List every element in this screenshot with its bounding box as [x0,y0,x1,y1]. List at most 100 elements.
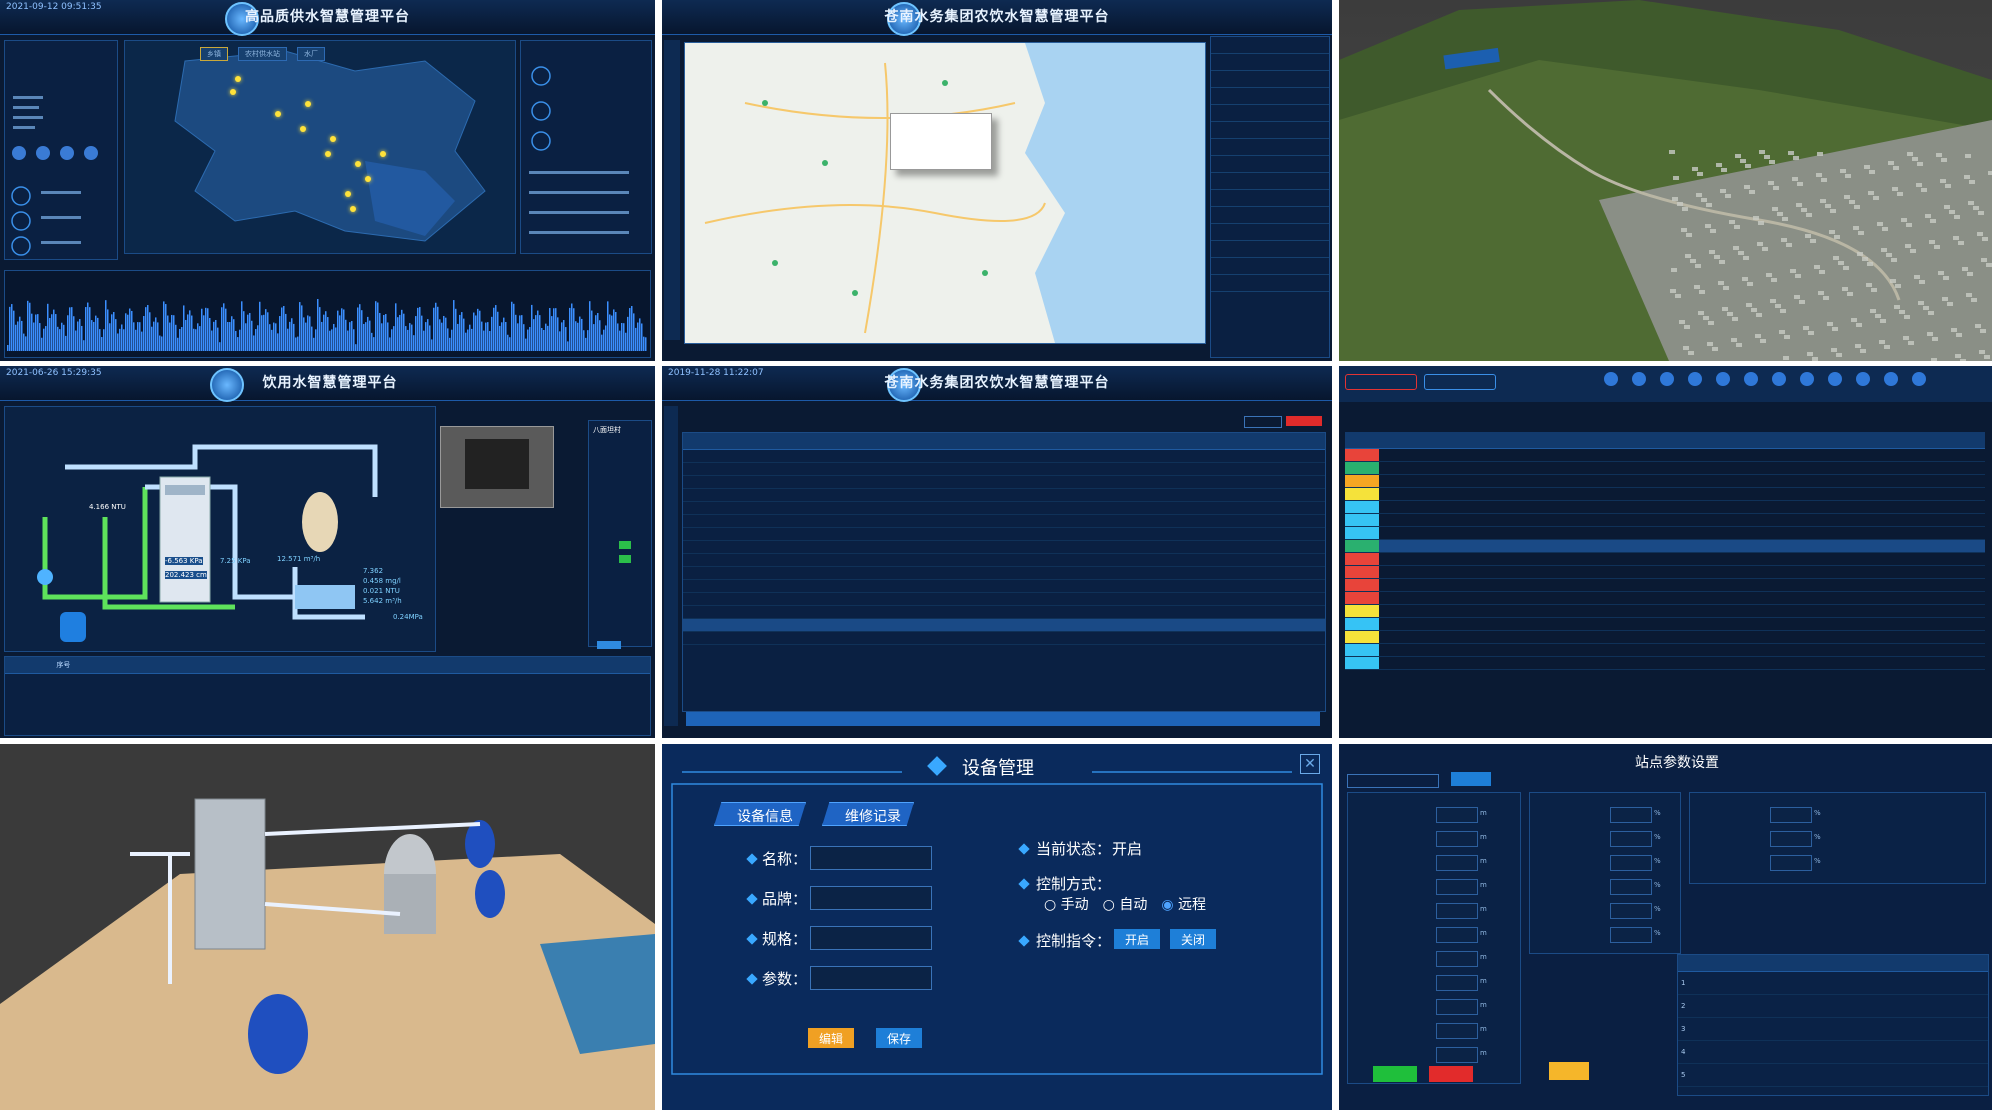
table-row[interactable] [683,527,1325,541]
tag-village-station[interactable]: 农村供水站 [238,47,287,61]
table-row[interactable] [683,618,1325,632]
save-button[interactable]: 保存 [876,1028,922,1048]
table-row[interactable] [1345,539,1985,553]
export-button[interactable] [1286,416,1322,426]
table-row[interactable] [1345,474,1985,488]
station-row[interactable] [1211,190,1329,207]
param-input[interactable] [1436,1023,1478,1039]
table-row[interactable] [683,540,1325,554]
station-row[interactable] [1211,173,1329,190]
param-input[interactable] [1610,807,1652,823]
station-row[interactable] [1211,88,1329,105]
toolbar-icon[interactable] [1632,372,1646,386]
table-row[interactable] [1345,617,1985,631]
filter-button-red[interactable] [1345,374,1417,390]
toolbar-icon[interactable] [1772,372,1786,386]
toolbar-icon[interactable] [1744,372,1758,386]
param-input[interactable] [1770,807,1812,823]
tag-town[interactable]: 乡镇 [200,47,228,61]
table-row[interactable] [1345,604,1985,618]
station-row[interactable] [1211,275,1329,292]
station-row[interactable] [1211,71,1329,88]
table-row[interactable] [1345,630,1985,644]
pagination-bar[interactable] [686,712,1320,726]
tab-repair-records[interactable]: 维修记录 [822,802,914,826]
tag-plant[interactable]: 水厂 [297,47,325,61]
query-button[interactable] [1451,772,1491,786]
radio-manual[interactable]: ○ 手动 [1044,894,1089,914]
table-row[interactable]: 5 [1678,1063,1988,1087]
camera-feed[interactable] [440,426,554,508]
edit-button[interactable]: 编辑 [808,1028,854,1048]
station-row[interactable] [1211,156,1329,173]
param-input[interactable] [1610,855,1652,871]
param-input[interactable] [1436,831,1478,847]
toolbar-icon[interactable] [1688,372,1702,386]
station-row[interactable] [1211,37,1329,54]
param-input[interactable] [1770,831,1812,847]
station-row[interactable] [1211,258,1329,275]
street-map[interactable] [684,42,1206,344]
radio-remote[interactable]: ◉ 远程 [1161,894,1206,914]
open-button[interactable]: 开启 [1114,929,1160,949]
terrain-view[interactable] [1339,0,1992,361]
param-input[interactable] [1436,927,1478,943]
table-row[interactable]: 4 [1678,1040,1988,1064]
table-row[interactable] [683,566,1325,580]
table-row[interactable] [683,488,1325,502]
param-input[interactable] [1610,927,1652,943]
param-input[interactable] [1436,975,1478,991]
table-row[interactable] [1345,565,1985,579]
toolbar-icon[interactable] [1912,372,1926,386]
table-row[interactable] [683,514,1325,528]
param-input[interactable] [1436,999,1478,1015]
station-row[interactable] [1211,207,1329,224]
table-row[interactable] [683,462,1325,476]
toolbar-icon[interactable] [1856,372,1870,386]
station-row[interactable] [1211,122,1329,139]
toolbar-icon[interactable] [1884,372,1898,386]
table-row[interactable] [1345,591,1985,605]
table-row[interactable] [683,475,1325,489]
table-row[interactable] [683,592,1325,606]
param-input[interactable] [1436,807,1478,823]
filter-button-blue[interactable] [1424,374,1496,390]
table-row[interactable] [1345,487,1985,501]
table-row[interactable]: 2 [1678,994,1988,1018]
param-input[interactable] [1436,855,1478,871]
toolbar-icon[interactable] [1828,372,1842,386]
filter-input[interactable] [1244,416,1282,428]
param-input[interactable] [1436,879,1478,895]
table-row[interactable] [1345,643,1985,657]
spec-input[interactable] [810,926,932,950]
close-button[interactable]: 关闭 [1170,929,1216,949]
brand-input[interactable] [810,886,932,910]
table-row[interactable] [1345,448,1985,462]
table-row[interactable] [683,605,1325,619]
table-row[interactable] [683,501,1325,515]
param-input[interactable] [1610,903,1652,919]
param-input[interactable] [1436,903,1478,919]
station-row[interactable] [1211,139,1329,156]
table-row[interactable] [1345,578,1985,592]
station-row[interactable] [1211,241,1329,258]
yellow-action-button[interactable] [1549,1062,1589,1080]
toolbar-icon[interactable] [1800,372,1814,386]
name-input[interactable] [810,846,932,870]
radio-auto[interactable]: ○ 自动 [1103,894,1148,914]
table-row[interactable] [1345,526,1985,540]
table-row[interactable] [683,553,1325,567]
param-input[interactable] [1770,855,1812,871]
table-row[interactable]: 3 [1678,1017,1988,1041]
table-row[interactable] [1345,461,1985,475]
toolbar-icon[interactable] [1716,372,1730,386]
table-row[interactable] [1345,500,1985,514]
param-input[interactable] [1610,879,1652,895]
param-input[interactable] [1436,1047,1478,1063]
param-input[interactable] [810,966,932,990]
param-input[interactable] [1610,831,1652,847]
table-row[interactable] [683,579,1325,593]
tab-device-info[interactable]: 设备信息 [714,802,806,826]
station-row[interactable] [1211,224,1329,241]
plant-view[interactable] [0,744,655,1110]
